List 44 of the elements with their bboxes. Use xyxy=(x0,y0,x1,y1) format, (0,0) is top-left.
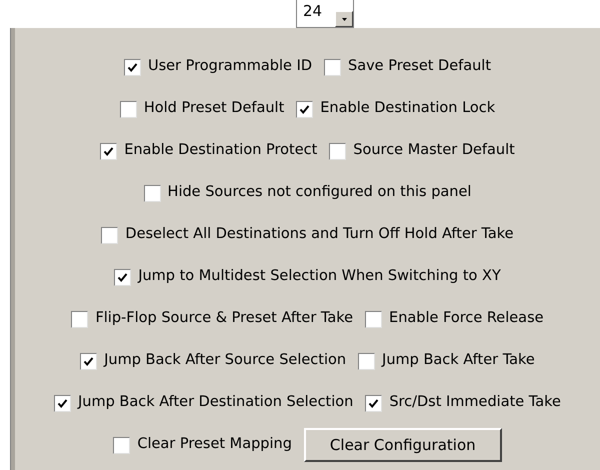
checkbox-label: Flip-Flop Source & Preset After Take xyxy=(95,309,354,328)
number-combo[interactable]: 24 xyxy=(296,0,354,28)
checkbox[interactable] xyxy=(324,58,342,76)
check-icon xyxy=(57,398,68,408)
checkbox[interactable] xyxy=(144,184,161,202)
dropdown-arrow-button[interactable] xyxy=(335,11,353,27)
checkbox-label: Jump Back After Source Selection xyxy=(104,351,346,370)
checkbox-label: Hold Preset Default xyxy=(144,99,284,118)
checkbox[interactable] xyxy=(365,310,382,328)
checkbox-label: Clear Preset Mapping xyxy=(137,435,292,454)
clear-configuration-button[interactable]: Clear Configuration xyxy=(304,428,502,462)
checkbox-label: Jump Back After Take xyxy=(382,351,535,370)
checkbox-label: Source Master Default xyxy=(353,141,515,160)
checkbox-label: Save Preset Default xyxy=(348,57,492,76)
checkbox[interactable] xyxy=(329,142,346,160)
checkbox-label: Jump Back After Destination Selection xyxy=(78,393,354,412)
checkbox[interactable] xyxy=(124,58,141,76)
checkbox[interactable] xyxy=(54,394,72,412)
checkbox-label: Jump to Multidest Selection When Switching to XY xyxy=(138,267,501,286)
checkbox-label: Enable Force Release xyxy=(389,309,544,328)
caret-icon xyxy=(342,18,346,20)
checkbox-label: User Programmable ID xyxy=(148,57,312,76)
checkbox[interactable] xyxy=(120,100,137,118)
checkbox[interactable] xyxy=(101,226,118,244)
checkbox-label: Hide Sources not configured on this panel xyxy=(168,183,472,202)
checkbox[interactable] xyxy=(71,310,88,328)
checkbox[interactable] xyxy=(358,352,376,370)
checkbox-label: Src/Dst Immediate Take xyxy=(389,393,561,412)
checkbox-label: Enable Destination Protect xyxy=(124,141,318,160)
checkbox[interactable] xyxy=(80,352,98,370)
checkbox[interactable] xyxy=(296,100,314,118)
check-icon xyxy=(368,398,380,408)
checkbox[interactable] xyxy=(114,268,132,286)
combo-value: 24 xyxy=(302,3,322,19)
check-icon xyxy=(117,272,128,282)
checkbox-label: Deselect All Destinations and Turn Off Hold After Take xyxy=(125,225,514,244)
checkbox[interactable] xyxy=(365,394,382,412)
check-icon xyxy=(126,62,138,72)
checkbox[interactable] xyxy=(100,142,118,160)
check-icon xyxy=(103,146,114,156)
checkbox[interactable] xyxy=(113,436,130,454)
checkbox-label: Enable Destination Lock xyxy=(320,99,496,118)
check-icon xyxy=(299,104,310,114)
check-icon xyxy=(83,356,94,366)
